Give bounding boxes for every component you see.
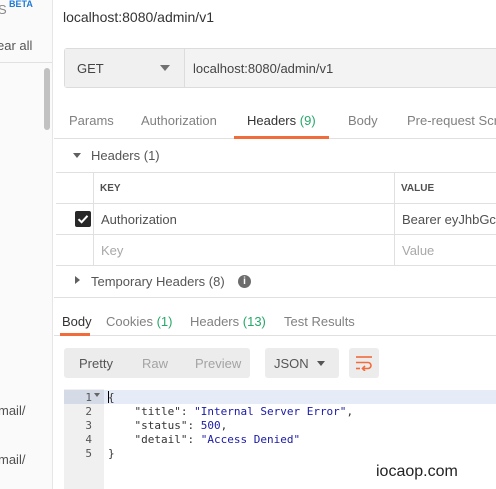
active-line-highlight: [64, 390, 496, 404]
tab-body[interactable]: Body: [348, 113, 378, 128]
url-input[interactable]: [193, 49, 493, 87]
method-label: GET: [77, 61, 104, 76]
sidebar-header: S BETA: [0, 0, 52, 34]
chevron-down-icon: [160, 65, 170, 71]
table-row: Authorization Bearer eyJhbGciO: [56, 204, 496, 235]
tab-pre-request-script[interactable]: Pre-request Scri: [407, 113, 496, 128]
sidebar-beta-prefix: S: [0, 2, 7, 17]
temporary-headers-toggle[interactable]: Temporary Headers (8) i: [63, 271, 496, 293]
code-line: {: [108, 391, 115, 404]
tab-test-results[interactable]: Test Results: [284, 314, 355, 329]
watermark-text: iocaop.com: [376, 463, 458, 480]
active-response-tab-indicator: [60, 333, 90, 336]
headers-section-toggle[interactable]: Headers (1): [63, 145, 496, 167]
history-item[interactable]: mail/: [0, 403, 25, 418]
code-line: "title": "Internal Server Error",: [134, 405, 354, 418]
caret-right-icon: [75, 276, 80, 284]
tab-headers[interactable]: Headers (9): [247, 113, 316, 128]
chevron-down-icon: [317, 361, 325, 366]
tab-response-body[interactable]: Body: [62, 314, 92, 329]
tab-params[interactable]: Params: [69, 113, 114, 128]
language-label: JSON: [274, 356, 309, 371]
url-bar: GET: [64, 48, 496, 88]
column-key: KEY: [100, 183, 121, 194]
header-key-field[interactable]: Authorization: [101, 212, 177, 227]
new-key-field[interactable]: Key: [101, 243, 123, 258]
line-number: 3: [85, 419, 92, 432]
view-mode-group: Pretty Raw Preview: [64, 348, 250, 378]
headers-table: KEY VALUE Authorization Bearer eyJhbGciO…: [56, 172, 496, 266]
caret-down-icon: [73, 153, 81, 158]
sidebar: S BETA ear all mail/ mail/: [0, 0, 53, 489]
tab-cookies[interactable]: Cookies (1): [106, 314, 172, 329]
cookies-count: (1): [156, 314, 173, 329]
headers-section-title: Headers (1): [91, 148, 160, 163]
fold-toggle-icon[interactable]: [94, 393, 100, 397]
code-line: "detail": "Access Denied": [134, 433, 301, 446]
request-tabs: Params Authorization Headers (9) Body Pr…: [54, 102, 496, 139]
headers-count: (9): [299, 113, 316, 128]
line-number: 4: [85, 433, 92, 446]
active-tab-indicator: [234, 136, 329, 139]
code-line: "status": 500,: [134, 419, 228, 432]
preview-button[interactable]: Preview: [195, 356, 241, 371]
request-tab-title[interactable]: localhost:8080/admin/v1: [63, 9, 214, 25]
beta-badge: BETA: [9, 0, 33, 9]
line-number: 5: [85, 447, 92, 460]
new-value-field[interactable]: Value: [402, 243, 434, 258]
method-select[interactable]: GET: [65, 49, 185, 87]
sidebar-scrollbar[interactable]: [44, 68, 50, 130]
check-icon: [77, 215, 89, 224]
raw-button[interactable]: Raw: [142, 356, 168, 371]
table-row: Key Value: [56, 235, 496, 266]
pretty-button[interactable]: Pretty: [79, 356, 113, 371]
wrap-lines-icon: [356, 356, 372, 371]
tab-response-headers[interactable]: Headers (13): [190, 314, 266, 329]
history-item[interactable]: mail/: [0, 452, 25, 467]
request-panel: localhost:8080/admin/v1 GET Params Autho…: [54, 0, 496, 489]
code-line: }: [108, 447, 115, 460]
info-icon[interactable]: i: [238, 275, 251, 288]
response-headers-count: (13): [242, 314, 266, 329]
clear-all-link[interactable]: ear all: [0, 38, 32, 53]
sidebar-divider: [0, 62, 52, 63]
wrap-lines-button[interactable]: [349, 348, 379, 378]
tab-authorization[interactable]: Authorization: [141, 113, 217, 128]
temporary-headers-title: Temporary Headers (8): [91, 274, 225, 289]
line-number: 2: [85, 405, 92, 418]
header-enabled-checkbox[interactable]: [75, 211, 91, 227]
header-value-field[interactable]: Bearer eyJhbGciO: [402, 212, 496, 227]
line-number: 1: [85, 391, 92, 404]
language-select[interactable]: JSON: [265, 348, 339, 378]
table-header-row: KEY VALUE: [56, 173, 496, 204]
response-divider: [54, 297, 496, 298]
column-value: VALUE: [401, 183, 435, 194]
response-tabs: Body Cookies (1) Headers (13) Test Resul…: [54, 306, 496, 336]
